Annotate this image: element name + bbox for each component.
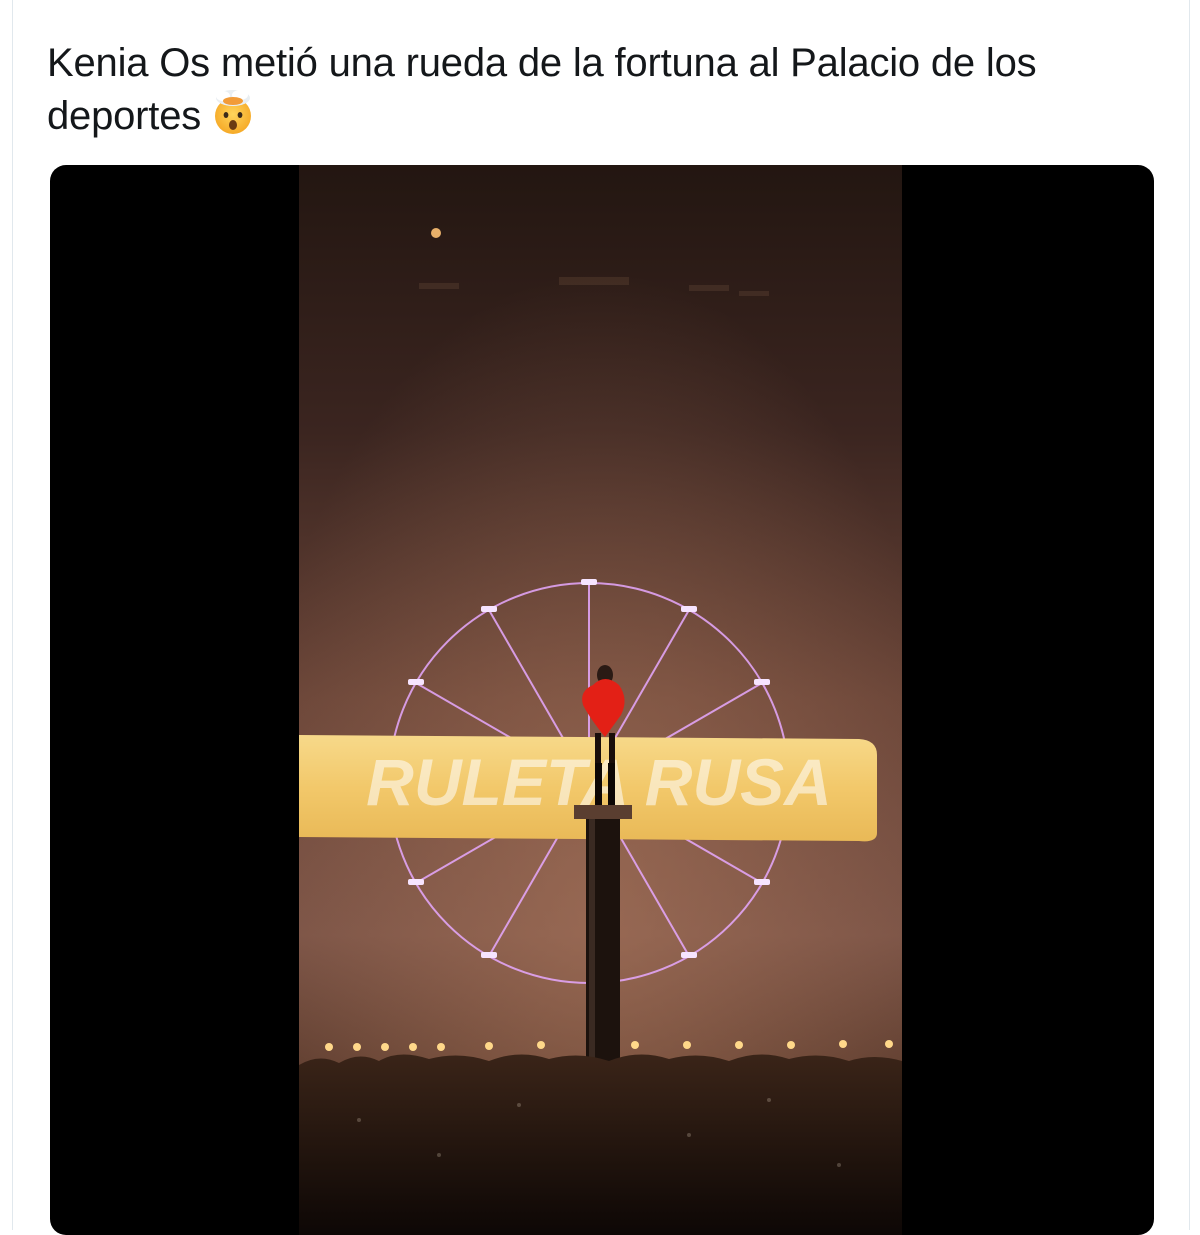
tweet-text: Kenia Os metió una rueda de la fortuna a… bbox=[47, 38, 1127, 148]
exploding-head-emoji-icon bbox=[209, 89, 257, 148]
tweet-text-content: Kenia Os metió una rueda de la fortuna a… bbox=[47, 41, 1037, 138]
video-frame[interactable]: RULETA RUSA bbox=[299, 165, 902, 1235]
tweet-video[interactable]: RULETA RUSA bbox=[50, 165, 1154, 1235]
